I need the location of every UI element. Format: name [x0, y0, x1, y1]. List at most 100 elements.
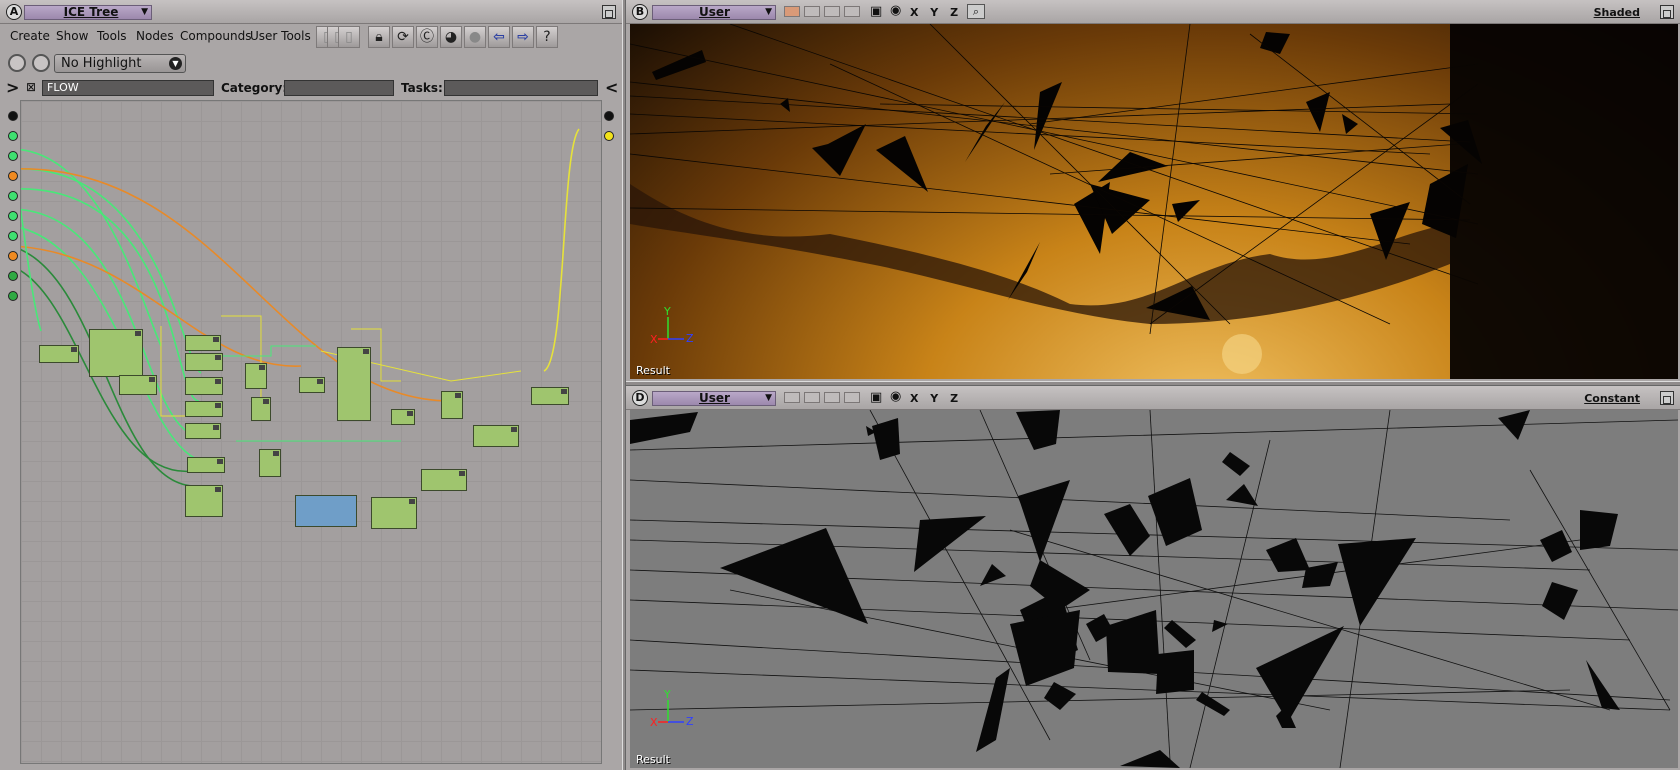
- expand-right-icon[interactable]: <: [605, 78, 618, 97]
- maximize-icon[interactable]: [1660, 391, 1674, 405]
- node-close-icon[interactable]: [213, 425, 219, 430]
- node-close-icon[interactable]: [135, 331, 141, 336]
- memo-cam-slot[interactable]: [804, 6, 820, 17]
- ice-node[interactable]: [531, 387, 569, 405]
- node-close-icon[interactable]: [215, 355, 221, 360]
- tasks-field[interactable]: [444, 80, 598, 96]
- node-close-icon[interactable]: [215, 487, 221, 492]
- ice-node-selected[interactable]: [295, 495, 357, 527]
- compound-icon[interactable]: Ⓒ: [416, 26, 438, 48]
- ice-node[interactable]: [251, 397, 271, 421]
- ice-node[interactable]: [39, 345, 79, 363]
- ice-node[interactable]: [245, 363, 267, 389]
- node-close-icon[interactable]: [215, 379, 221, 384]
- viewport-b-render[interactable]: Y Z X Result: [630, 24, 1678, 379]
- node-close-icon[interactable]: [217, 459, 223, 464]
- axis-xyz-buttons[interactable]: X Y Z: [910, 392, 962, 405]
- arrow-right-icon[interactable]: ⇨: [512, 26, 534, 48]
- node-close-icon[interactable]: [561, 389, 567, 394]
- display-mode-label[interactable]: Constant: [1584, 392, 1640, 405]
- eye-icon[interactable]: ◉: [890, 389, 901, 404]
- expand-left-icon[interactable]: >: [6, 78, 19, 97]
- tree-name-field[interactable]: FLOW: [42, 80, 214, 96]
- node-close-icon[interactable]: [71, 347, 77, 352]
- node-close-icon[interactable]: [459, 471, 465, 476]
- menu-create[interactable]: Create: [10, 29, 50, 43]
- ice-node[interactable]: [473, 425, 519, 447]
- node-close-icon[interactable]: [409, 499, 415, 504]
- menu-nodes[interactable]: Nodes: [136, 29, 174, 43]
- input-port[interactable]: [8, 191, 18, 201]
- node-close-icon[interactable]: [263, 399, 269, 404]
- input-port[interactable]: [8, 151, 18, 161]
- ice-node[interactable]: [441, 391, 463, 419]
- memo-cam-slot[interactable]: [824, 6, 840, 17]
- refresh-icon[interactable]: ⟳: [392, 26, 414, 48]
- menu-tools[interactable]: Tools: [97, 29, 127, 43]
- input-port[interactable]: [8, 251, 18, 261]
- ice-node[interactable]: [185, 423, 221, 439]
- ice-node[interactable]: [187, 457, 225, 473]
- camera-icon[interactable]: ▣: [870, 4, 882, 19]
- layout-icon[interactable]: ▯: [338, 26, 360, 48]
- camera-dropdown[interactable]: User ▼: [652, 5, 776, 20]
- view-badge-b[interactable]: B: [632, 4, 648, 20]
- camera-dropdown[interactable]: User ▼: [652, 391, 776, 406]
- memo-cam-slot[interactable]: [824, 392, 840, 403]
- node-close-icon[interactable]: [317, 379, 323, 384]
- output-port[interactable]: [604, 111, 614, 121]
- ice-node[interactable]: [337, 347, 371, 421]
- node-close-icon[interactable]: [407, 411, 413, 416]
- node-close-icon[interactable]: [363, 349, 369, 354]
- ice-node[interactable]: [185, 401, 223, 417]
- input-port[interactable]: [8, 291, 18, 301]
- viewport-d-render[interactable]: Y Z X Result: [630, 410, 1678, 768]
- axis-xyz-buttons[interactable]: X Y Z: [910, 6, 962, 19]
- memo-cam-slot[interactable]: [784, 392, 800, 403]
- menu-compounds[interactable]: Compounds: [180, 29, 251, 43]
- output-port[interactable]: [604, 131, 614, 141]
- input-port[interactable]: [8, 111, 18, 121]
- magnifier-icon[interactable]: ⌕: [967, 4, 985, 19]
- camera-icon[interactable]: ▣: [870, 390, 882, 405]
- eye-icon[interactable]: ◉: [890, 3, 901, 18]
- ice-tree-view-dropdown[interactable]: ICE Tree ▼: [24, 5, 152, 20]
- help-icon[interactable]: ?: [536, 26, 558, 48]
- node-close-icon[interactable]: [213, 337, 219, 342]
- ice-node[interactable]: [371, 497, 417, 529]
- ice-node[interactable]: [185, 353, 223, 371]
- node-close-icon[interactable]: [455, 393, 461, 398]
- ice-node[interactable]: [185, 335, 221, 351]
- ice-node[interactable]: [185, 377, 223, 395]
- input-port[interactable]: [8, 211, 18, 221]
- input-port[interactable]: [8, 171, 18, 181]
- ice-node[interactable]: [391, 409, 415, 425]
- memo-cam-slot[interactable]: [844, 6, 860, 17]
- display-mode-label[interactable]: Shaded: [1594, 6, 1640, 19]
- timer-icon[interactable]: [8, 54, 26, 72]
- node-close-icon[interactable]: [215, 403, 221, 408]
- highlight-select[interactable]: No Highlight ▼: [54, 54, 186, 73]
- node-close-icon[interactable]: [273, 451, 279, 456]
- ice-node[interactable]: [119, 375, 157, 395]
- ice-node[interactable]: [89, 329, 143, 377]
- node-close-icon[interactable]: [259, 365, 265, 370]
- arrow-left-icon[interactable]: ⇦: [488, 26, 510, 48]
- maximize-icon[interactable]: [602, 5, 616, 19]
- node-close-icon[interactable]: [511, 427, 517, 432]
- memo-cam-slot[interactable]: [804, 392, 820, 403]
- globe-icon[interactable]: ◕: [440, 26, 462, 48]
- ice-node[interactable]: [185, 485, 223, 517]
- menu-user-tools[interactable]: User Tools: [250, 29, 311, 43]
- timer-reset-icon[interactable]: [32, 54, 50, 72]
- category-field[interactable]: [284, 80, 394, 96]
- memo-cam-slot[interactable]: [844, 392, 860, 403]
- ice-node[interactable]: [259, 449, 281, 477]
- bulb-icon[interactable]: ●: [464, 26, 486, 48]
- ice-node[interactable]: [421, 469, 467, 491]
- lock-icon[interactable]: 🔒︎: [368, 26, 390, 48]
- ice-node[interactable]: [299, 377, 325, 393]
- input-port[interactable]: [8, 131, 18, 141]
- maximize-icon[interactable]: [1660, 5, 1674, 19]
- memo-cam-slot[interactable]: [784, 6, 800, 17]
